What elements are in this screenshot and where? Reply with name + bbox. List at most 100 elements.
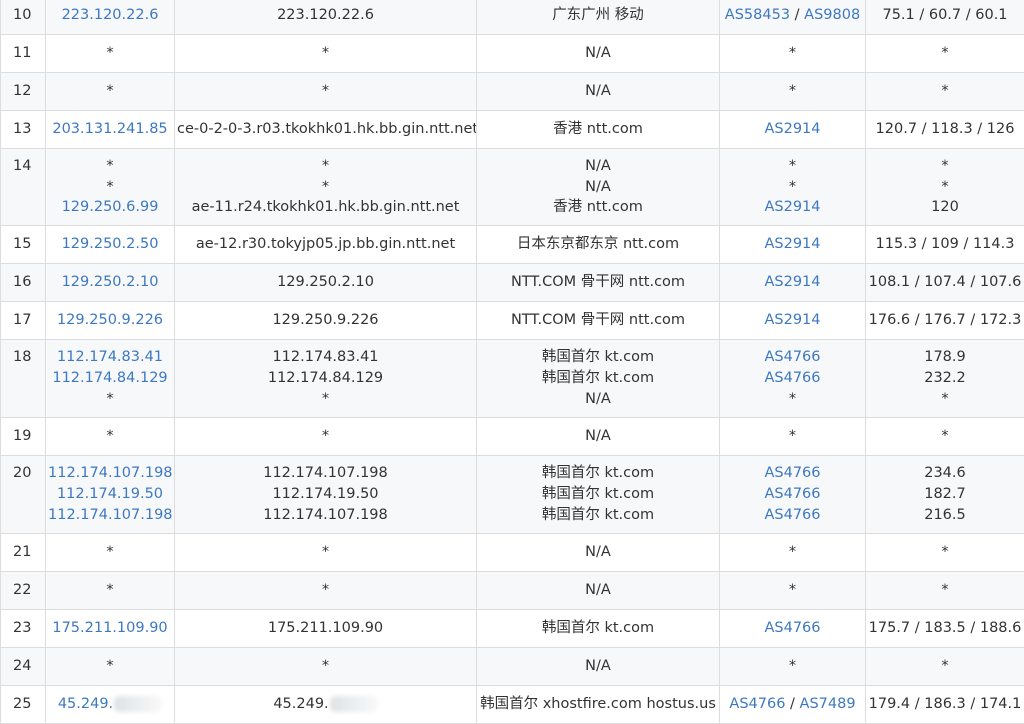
location-cell: N/A [477, 35, 720, 73]
latency-cell: * [866, 35, 1024, 73]
location-text: 香港 ntt.com [479, 119, 717, 140]
asn-link[interactable]: AS2914 [764, 312, 820, 328]
latency-cell: 108.1 / 107.4 / 107.6 [866, 264, 1024, 302]
ip-link[interactable]: 129.250.9.226 [57, 312, 163, 328]
ip-cell: 203.131.241.85 [46, 111, 175, 149]
location-text: 日本东京都东京 ntt.com [479, 234, 717, 255]
hostname-text: 112.174.107.198 [263, 465, 388, 481]
traceroute-table: 10223.120.22.6223.120.22.6广东广州 移动AS58453… [0, 0, 1024, 724]
location-text: 韩国首尔 kt.com [479, 347, 717, 368]
latency-text: * [868, 43, 1022, 64]
latency-text: * [868, 177, 1022, 198]
asn-link[interactable]: AS2914 [764, 274, 820, 290]
asn-link[interactable]: AS4766 [764, 465, 820, 481]
asn-link[interactable]: AS2914 [764, 121, 820, 137]
asn-link[interactable]: AS9808 [804, 7, 860, 23]
ip-link[interactable]: 112.174.84.129 [52, 370, 167, 386]
ip-link[interactable]: 223.120.22.6 [62, 7, 159, 23]
asn-cell: * [720, 534, 866, 572]
asn-cell: * [720, 648, 866, 686]
hostname-cell: 112.174.107.198112.174.19.50112.174.107.… [175, 456, 477, 534]
latency-text: * [868, 156, 1022, 177]
latency-cell: 178.9232.2* [866, 340, 1024, 418]
ip-link[interactable]: 129.250.2.10 [62, 274, 159, 290]
ip-link[interactable]: 112.174.83.41 [57, 349, 163, 365]
latency-cell: * [866, 534, 1024, 572]
ip-link[interactable]: 112.174.107.198 [48, 507, 173, 523]
hostname-text: ce-0-2-0-3.r03.tkokhk01.hk.bb.gin.ntt.ne… [177, 121, 477, 137]
ip-link[interactable]: 129.250.2.50 [62, 236, 159, 252]
ip-link[interactable]: 203.131.241.85 [52, 121, 167, 137]
asn-cell: * [720, 418, 866, 456]
ip-cell: * [46, 35, 175, 73]
ip-placeholder: * [106, 179, 113, 195]
asn-placeholder: * [789, 658, 796, 674]
asn-link[interactable]: AS58453 [725, 7, 790, 23]
asn-link[interactable]: AS2914 [764, 199, 820, 215]
hostname-text: 112.174.107.198 [263, 507, 388, 523]
hostname-cell: 45.249. [175, 686, 477, 724]
latency-cell: * [866, 648, 1024, 686]
ip-placeholder: * [106, 83, 113, 99]
hop-number: 14 [1, 149, 46, 226]
hostname-text: * [322, 45, 329, 61]
asn-link[interactable]: AS4766 [729, 696, 785, 712]
traceroute-body: 10223.120.22.6223.120.22.6广东广州 移动AS58453… [1, 0, 1024, 724]
ip-cell: * [46, 418, 175, 456]
location-cell: N/A [477, 648, 720, 686]
hop-row: 12**N/A** [1, 73, 1024, 111]
latency-cell: 115.3 / 109 / 114.3 [866, 226, 1024, 264]
latency-text: 182.7 [868, 484, 1022, 505]
ip-placeholder: * [106, 158, 113, 174]
hop-number: 22 [1, 572, 46, 610]
ip-link[interactable]: 45.249. [58, 696, 113, 712]
latency-text: 216.5 [868, 505, 1022, 526]
ip-link[interactable]: 129.250.6.99 [62, 199, 159, 215]
latency-text: * [868, 81, 1022, 102]
latency-cell: 234.6182.7216.5 [866, 456, 1024, 534]
ip-link[interactable]: 175.211.109.90 [52, 620, 167, 636]
hop-row: 23175.211.109.90175.211.109.90韩国首尔 kt.co… [1, 610, 1024, 648]
asn-link[interactable]: AS4766 [764, 370, 820, 386]
location-cell: N/AN/A香港 ntt.com [477, 149, 720, 226]
hostname-cell: **ae-11.r24.tkokhk01.hk.bb.gin.ntt.net [175, 149, 477, 226]
ip-cell: 129.250.2.10 [46, 264, 175, 302]
asn-link[interactable]: AS4766 [764, 620, 820, 636]
asn-link[interactable]: AS4766 [764, 507, 820, 523]
asn-separator: / [785, 696, 799, 712]
latency-cell: * [866, 73, 1024, 111]
latency-cell: 176.6 / 176.7 / 172.3 [866, 302, 1024, 340]
ip-link[interactable]: 112.174.19.50 [57, 486, 163, 502]
location-text: N/A [479, 656, 717, 677]
asn-cell: * [720, 35, 866, 73]
hop-number: 24 [1, 648, 46, 686]
hop-number: 15 [1, 226, 46, 264]
latency-cell: 120.7 / 118.3 / 126 [866, 111, 1024, 149]
asn-cell: * [720, 572, 866, 610]
ip-cell: * [46, 73, 175, 111]
hostname-cell: 175.211.109.90 [175, 610, 477, 648]
location-text: NTT.COM 骨干网 ntt.com [479, 310, 717, 331]
asn-link[interactable]: AS2914 [764, 236, 820, 252]
ip-cell: 45.249. [46, 686, 175, 724]
latency-text: 175.7 / 183.5 / 188.6 [868, 618, 1022, 639]
ip-link[interactable]: 112.174.107.198 [48, 465, 173, 481]
hop-number: 10 [1, 0, 46, 35]
asn-cell: AS4766 / AS7489 [720, 686, 866, 724]
location-text: N/A [479, 542, 717, 563]
hop-number: 12 [1, 73, 46, 111]
asn-cell: * [720, 73, 866, 111]
asn-link[interactable]: AS7489 [800, 696, 856, 712]
ip-cell: * [46, 572, 175, 610]
ip-cell: 129.250.9.226 [46, 302, 175, 340]
asn-cell: AS2914 [720, 111, 866, 149]
hostname-text: * [322, 158, 329, 174]
hostname-text: 129.250.9.226 [272, 312, 378, 328]
hostname-text: 223.120.22.6 [277, 7, 374, 23]
hostname-text: * [322, 544, 329, 560]
location-cell: N/A [477, 73, 720, 111]
asn-link[interactable]: AS4766 [764, 486, 820, 502]
hop-row: 20112.174.107.198112.174.19.50112.174.10… [1, 456, 1024, 534]
hostname-cell: * [175, 35, 477, 73]
asn-link[interactable]: AS4766 [764, 349, 820, 365]
